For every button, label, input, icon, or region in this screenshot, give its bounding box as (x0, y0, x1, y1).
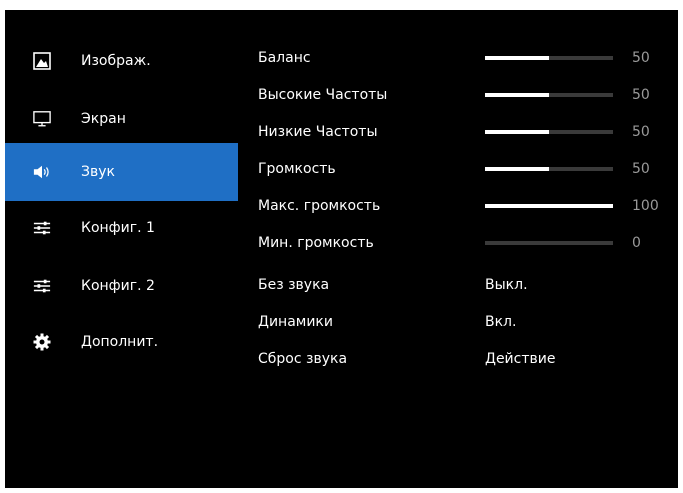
setting-label: Низкие Частоты (258, 123, 378, 140)
monitor-icon (33, 110, 51, 128)
setting-label: Громкость (258, 160, 336, 177)
treble-slider[interactable] (485, 93, 613, 97)
setting-row-min-volume[interactable]: Мин. громкость 0 (258, 224, 673, 261)
sidebar-item-label: Изображ. (81, 53, 151, 69)
setting-value: 50 (632, 49, 650, 66)
sidebar-item-sound[interactable]: Звук (5, 143, 238, 201)
setting-label: Баланс (258, 49, 311, 66)
setting-row-max-volume[interactable]: Макс. громкость 100 (258, 187, 673, 224)
sidebar-item-config-1[interactable]: Конфиг. 1 (5, 199, 238, 257)
sidebar-item-screen[interactable]: Экран (5, 90, 238, 148)
slider-fill (485, 130, 549, 134)
setting-row-speakers[interactable]: Динамики Вкл. (258, 303, 673, 340)
speakers-value[interactable]: Вкл. (485, 314, 516, 330)
setting-label: Сброс звука (258, 350, 348, 367)
sidebar-item-label: Конфиг. 2 (81, 278, 155, 294)
setting-row-bass[interactable]: Низкие Частоты 50 (258, 113, 673, 150)
sidebar-item-config-2[interactable]: Конфиг. 2 (5, 257, 238, 315)
sound-reset-action[interactable]: Действие (485, 351, 555, 367)
setting-value: 50 (632, 86, 650, 103)
slider-fill (485, 204, 613, 208)
picture-icon (33, 52, 51, 70)
mute-value[interactable]: Выкл. (485, 277, 528, 293)
slider-fill (485, 167, 549, 171)
balance-slider[interactable] (485, 56, 613, 60)
setting-value: 100 (632, 197, 659, 214)
setting-value: 0 (632, 234, 641, 251)
osd-menu-screen: Изображ. Экран Звук Конфиг. 1 Конфиг. 2 … (5, 10, 678, 488)
sidebar-item-label: Звук (81, 164, 115, 180)
volume-slider[interactable] (485, 167, 613, 171)
setting-value: 50 (632, 160, 650, 177)
setting-label: Без звука (258, 276, 330, 293)
setting-row-sound-reset[interactable]: Сброс звука Действие (258, 340, 673, 377)
sidebar-item-advanced[interactable]: Дополнит. (5, 313, 238, 371)
sliders-icon (33, 219, 51, 237)
setting-row-volume[interactable]: Громкость 50 (258, 150, 673, 187)
setting-label: Высокие Частоты (258, 86, 388, 103)
sidebar-item-label: Дополнит. (81, 334, 159, 350)
sidebar-item-label: Конфиг. 1 (81, 220, 155, 236)
sidebar-item-picture[interactable]: Изображ. (5, 32, 238, 90)
slider-fill (485, 56, 549, 60)
setting-row-treble[interactable]: Высокие Частоты 50 (258, 76, 673, 113)
setting-row-mute[interactable]: Без звука Выкл. (258, 266, 673, 303)
bass-slider[interactable] (485, 130, 613, 134)
setting-value: 50 (632, 123, 650, 140)
speaker-icon (33, 163, 51, 181)
setting-label: Мин. громкость (258, 234, 374, 251)
slider-fill (485, 93, 549, 97)
setting-label: Динамики (258, 313, 333, 330)
sidebar-item-label: Экран (81, 111, 126, 127)
max-volume-slider[interactable] (485, 204, 613, 208)
min-volume-slider[interactable] (485, 241, 613, 245)
setting-label: Макс. громкость (258, 197, 381, 214)
setting-row-balance[interactable]: Баланс 50 (258, 39, 673, 76)
gear-icon (33, 333, 51, 351)
sliders-icon (33, 277, 51, 295)
